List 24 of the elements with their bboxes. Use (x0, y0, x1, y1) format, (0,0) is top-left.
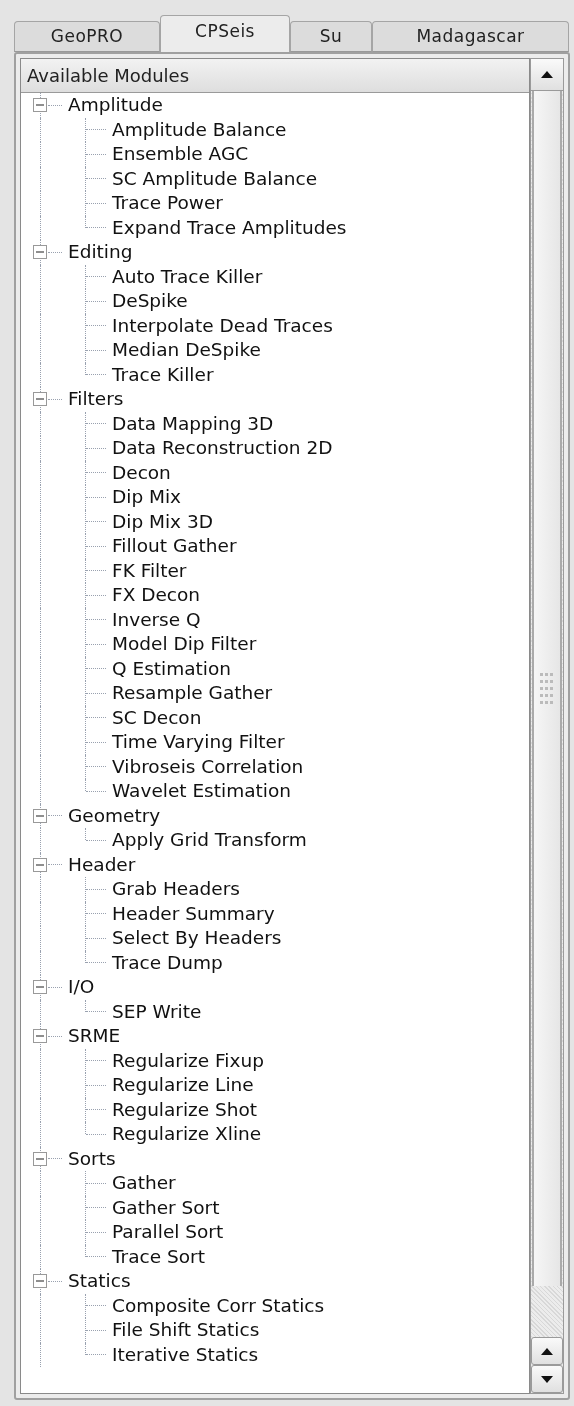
up-arrow-icon (541, 1347, 553, 1355)
collapse-icon[interactable] (33, 857, 47, 872)
collapse-icon[interactable] (33, 808, 47, 823)
down-arrow-icon (541, 1375, 553, 1383)
tab[interactable]: CPSeis (160, 15, 290, 52)
scroll-up-button[interactable] (531, 59, 563, 91)
category-label[interactable]: I/O (68, 973, 95, 1002)
scroll-up-button[interactable] (531, 1337, 563, 1365)
collapse-icon[interactable] (33, 1274, 47, 1289)
up-arrow-icon (541, 71, 553, 78)
collapse-icon[interactable] (33, 98, 47, 113)
collapse-icon[interactable] (33, 245, 47, 260)
collapse-icon[interactable] (33, 980, 47, 995)
collapse-icon[interactable] (33, 392, 47, 407)
tab[interactable]: Su (290, 21, 372, 52)
grip-icon (539, 670, 555, 707)
column-header[interactable]: Available Modules (21, 59, 529, 93)
collapse-icon[interactable] (33, 1029, 47, 1044)
collapse-icon[interactable] (33, 1151, 47, 1166)
scrollbar[interactable] (530, 58, 564, 1394)
scroll-down-button[interactable] (531, 1365, 563, 1393)
scroll-thumb[interactable] (532, 91, 562, 1286)
tab[interactable]: GeoPRO (14, 21, 160, 52)
tab[interactable]: Madagascar (372, 21, 569, 52)
